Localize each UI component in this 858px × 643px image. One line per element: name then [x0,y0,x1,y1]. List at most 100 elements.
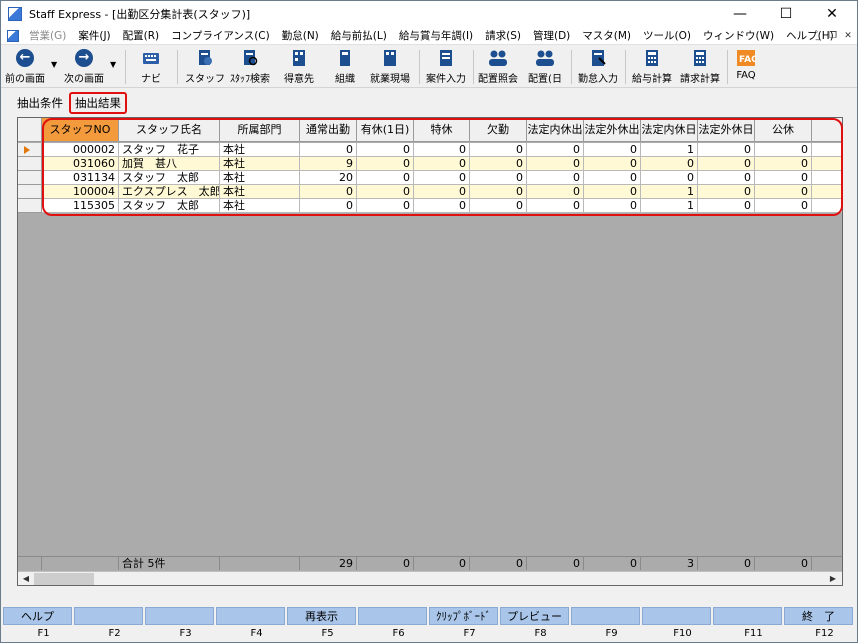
minimize-button[interactable]: — [717,1,763,27]
table-cell[interactable]: 0 [414,171,470,185]
table-cell[interactable]: 9 [300,157,357,171]
table-cell[interactable]: 1 [641,143,698,157]
table-cell[interactable]: 0 [698,185,755,199]
column-header[interactable]: 法定内休出 [527,118,584,142]
menu-tools[interactable]: ツール(O) [637,28,697,43]
menu-billing[interactable]: 請求(S) [479,28,527,43]
menu-case[interactable]: 案件(J) [72,28,116,43]
menu-assignment[interactable]: 配置(R) [117,28,166,43]
menu-attendance[interactable]: 勤怠(N) [276,28,325,43]
table-cell[interactable]: 0 [300,185,357,199]
function-key-f8-button[interactable]: プレビュー [500,607,569,625]
table-cell[interactable]: 本社 [220,143,300,157]
column-header[interactable]: 通常出勤 [300,118,357,142]
menu-master[interactable]: マスタ(M) [576,28,637,43]
table-cell[interactable]: スタッフ 太郎 [119,171,220,185]
prev-screen-button[interactable]: ← 前の画面 [3,48,47,86]
table-cell[interactable]: 0 [300,199,357,213]
table-cell[interactable]: 0 [755,157,812,171]
table-cell[interactable]: 1 [641,199,698,213]
navi-button[interactable]: ナビ [131,48,171,86]
function-key-f12-button[interactable]: 終 了 [784,607,853,625]
table-cell[interactable]: 0 [470,171,527,185]
function-key-f11-button[interactable] [713,607,782,625]
client-button[interactable]: 得意先 [279,48,319,86]
table-cell[interactable]: 0 [527,143,584,157]
table-cell[interactable]: 0 [414,143,470,157]
table-cell[interactable]: 0 [300,143,357,157]
table-cell[interactable]: 0 [527,157,584,171]
table-cell[interactable]: 0 [641,157,698,171]
table-cell[interactable]: 100004 [42,185,119,199]
table-cell[interactable]: 0 [414,185,470,199]
menu-admin[interactable]: 管理(D) [527,28,576,43]
table-cell[interactable]: 0 [584,185,641,199]
table-cell[interactable]: 0 [584,157,641,171]
table-cell[interactable]: 0 [357,143,414,157]
column-header[interactable]: 法定内休日 [641,118,698,142]
menu-advance-pay[interactable]: 給与前払(L) [325,28,393,43]
staff-search-button[interactable]: ｽﾀｯﾌ検索 [227,48,273,86]
menu-payroll[interactable]: 給与賞与年調(I) [393,28,479,43]
row-header[interactable] [18,143,42,157]
table-cell[interactable]: 0 [527,171,584,185]
menu-window[interactable]: ウィンドウ(W) [697,28,780,43]
table-cell[interactable]: スタッフ 花子 [119,143,220,157]
assignment-inquiry-button[interactable]: 配置照会 [475,48,521,86]
table-cell[interactable]: 0 [470,185,527,199]
table-cell[interactable]: エクスプレス 太郎 [119,185,220,199]
table-cell[interactable]: 20 [300,171,357,185]
table-cell[interactable]: 1 [641,185,698,199]
table-cell[interactable]: 0 [357,199,414,213]
next-screen-button[interactable]: → 次の画面 [61,48,107,86]
column-header[interactable]: 特休 [414,118,470,142]
table-cell[interactable]: 0 [357,157,414,171]
function-key-f10-button[interactable] [642,607,711,625]
function-key-f2-button[interactable] [74,607,143,625]
table-cell[interactable]: 0 [414,157,470,171]
table-cell[interactable]: 0 [641,171,698,185]
function-key-f7-button[interactable]: ｸﾘｯﾌﾟﾎﾞｰﾄﾞ [429,607,498,625]
table-cell[interactable]: 0 [527,199,584,213]
column-header[interactable]: 欠勤 [470,118,527,142]
close-button[interactable]: ✕ [809,1,855,27]
table-cell[interactable]: 031060 [42,157,119,171]
table-cell[interactable]: 0 [584,171,641,185]
billing-calc-button[interactable]: 請求計算 [677,48,723,86]
prev-dropdown-icon[interactable]: ▼ [51,60,57,69]
table-cell[interactable]: スタッフ 太郎 [119,199,220,213]
payroll-calc-button[interactable]: 給与計算 [629,48,675,86]
tab-extract-conditions[interactable]: 抽出条件 [13,93,67,113]
table-cell[interactable]: 115305 [42,199,119,213]
scroll-thumb[interactable] [34,573,94,585]
menu-compliance[interactable]: コンプライアンス(C) [165,28,276,43]
function-key-f5-button[interactable]: 再表示 [287,607,356,625]
table-cell[interactable]: 0 [357,171,414,185]
table-cell[interactable]: 000002 [42,143,119,157]
function-key-f4-button[interactable] [216,607,285,625]
table-cell[interactable]: 0 [584,199,641,213]
function-key-f3-button[interactable] [145,607,214,625]
column-header[interactable]: 法定外休日 [698,118,755,142]
table-cell[interactable]: 0 [698,157,755,171]
maximize-button[interactable]: ☐ [763,1,809,27]
case-input-button[interactable]: 案件入力 [423,48,469,86]
table-cell[interactable]: 0 [414,199,470,213]
mdi-minimize-button[interactable]: _ [811,29,825,43]
table-cell[interactable]: 0 [470,157,527,171]
column-header[interactable]: 法定外休出 [584,118,641,142]
table-cell[interactable]: 0 [698,199,755,213]
menu-sales[interactable]: 営業(G) [23,28,72,43]
table-cell[interactable]: 加賀 甚八 [119,157,220,171]
assignment-day-button[interactable]: 配置(日 [523,48,567,86]
next-dropdown-icon[interactable]: ▼ [110,60,116,69]
table-cell[interactable]: 0 [698,171,755,185]
mdi-close-button[interactable]: ✕ [841,29,855,43]
table-cell[interactable]: 0 [527,185,584,199]
faq-button[interactable]: FAQ FAQ [731,48,761,86]
table-cell[interactable]: 本社 [220,185,300,199]
function-key-f1-button[interactable]: ヘルプ [3,607,72,625]
staff-button[interactable]: スタッフ [185,48,225,86]
row-header[interactable] [18,171,42,185]
table-cell[interactable]: 本社 [220,157,300,171]
